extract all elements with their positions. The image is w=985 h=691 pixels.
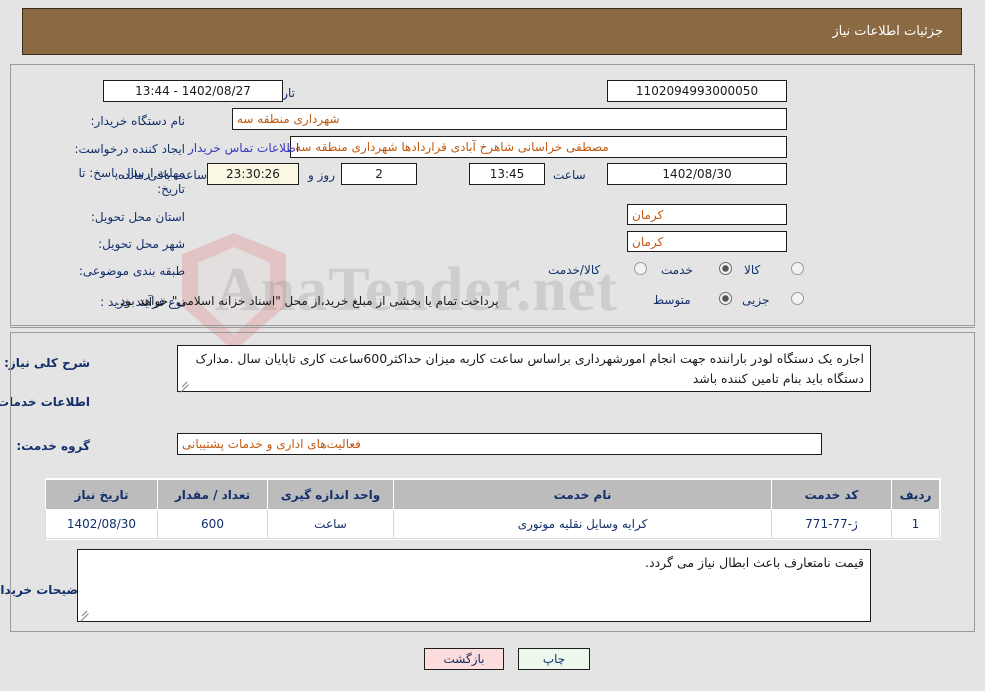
- table-header-row: ردیف کد خدمت نام خدمت واحد اندازه گیری ت…: [45, 479, 940, 510]
- cell-date: 1402/08/30: [45, 509, 158, 539]
- page-root: AnaTender.net جزئیات اطلاعات نیاز شماره …: [0, 0, 985, 691]
- table-row: 1 ژ-77-771 کرایه وسایل نقلیه موتوری ساعت…: [45, 509, 940, 539]
- col-header-code: کد خدمت: [771, 479, 892, 510]
- service-items-table: ردیف کد خدمت نام خدمت واحد اندازه گیری ت…: [45, 479, 940, 539]
- top-info-panel: [10, 64, 975, 326]
- print-button[interactable]: چاپ: [518, 648, 590, 670]
- cell-code: ژ-77-771: [771, 509, 892, 539]
- col-header-date: تاریخ نیاز: [45, 479, 158, 510]
- col-header-index: ردیف: [891, 479, 940, 510]
- buyer-notes-textarea[interactable]: قیمت نامتعارف باعث ابطال نیاز می گردد.: [77, 549, 871, 622]
- col-header-name: نام خدمت: [393, 479, 772, 510]
- cell-name: کرایه وسایل نقلیه موتوری: [393, 509, 772, 539]
- page-title: جزئیات اطلاعات نیاز: [832, 24, 943, 39]
- page-title-bar: جزئیات اطلاعات نیاز: [22, 8, 962, 55]
- col-header-quantity: تعداد / مقدار: [157, 479, 268, 510]
- cell-quantity: 600: [157, 509, 268, 539]
- panel-divider: [10, 327, 975, 328]
- cell-index: 1: [891, 509, 940, 539]
- back-button[interactable]: بازگشت: [424, 648, 504, 670]
- service-items-table-wrapper: ردیف کد خدمت نام خدمت واحد اندازه گیری ت…: [45, 478, 941, 540]
- cell-unit: ساعت: [267, 509, 394, 539]
- col-header-unit: واحد اندازه گیری: [267, 479, 394, 510]
- general-description-textarea[interactable]: اجاره یک دستگاه لودر باراننده جهت انجام …: [177, 345, 871, 392]
